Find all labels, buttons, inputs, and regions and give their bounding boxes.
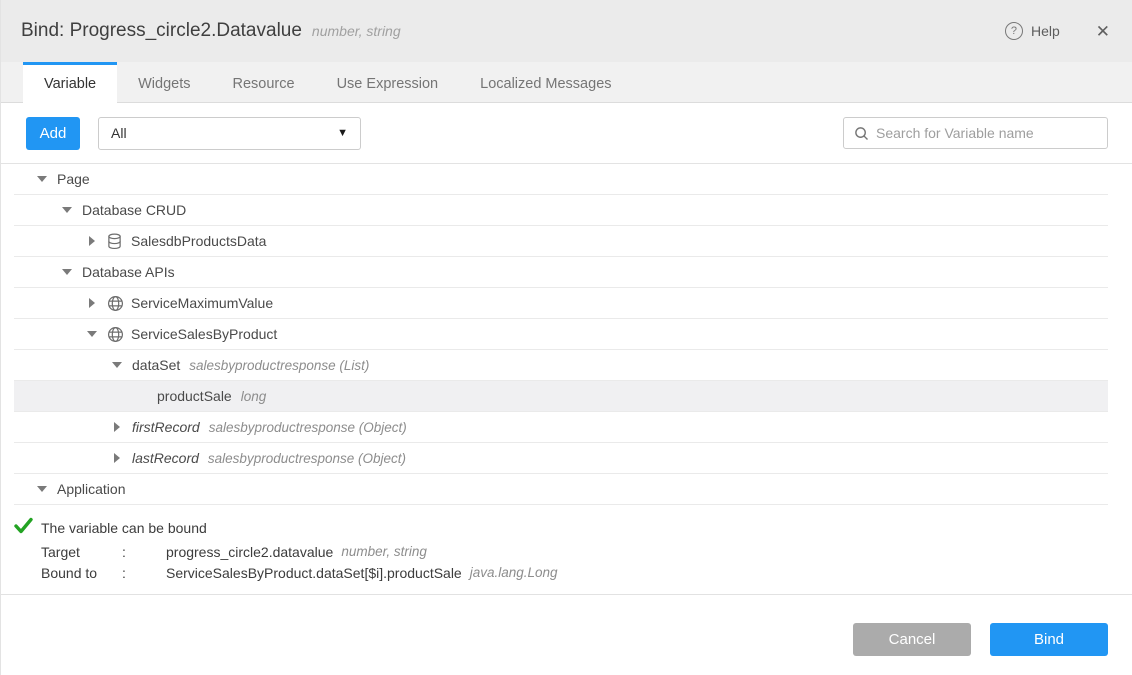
collapse-caret-icon[interactable] bbox=[37, 176, 47, 182]
bound-to-value: ServiceSalesByProduct.dataSet[$i].produc… bbox=[166, 565, 462, 581]
search-box[interactable] bbox=[843, 117, 1108, 149]
webservice-icon bbox=[107, 325, 125, 343]
dialog-header: Bind: Progress_circle2.Datavalue number,… bbox=[1, 0, 1132, 62]
expand-caret-icon[interactable] bbox=[114, 453, 120, 463]
collapse-caret-icon[interactable] bbox=[62, 269, 72, 275]
tree-node-label: lastRecord bbox=[132, 450, 199, 466]
tree-node-label: Page bbox=[57, 171, 90, 187]
tree-row-database crud[interactable]: Database CRUD bbox=[14, 195, 1108, 226]
tree-row-lastrecord[interactable]: lastRecord salesbyproductresponse (Object… bbox=[14, 443, 1108, 474]
tree-row-dataset[interactable]: dataSet salesbyproductresponse (List) bbox=[14, 350, 1108, 381]
help-icon: ? bbox=[1005, 22, 1023, 40]
variable-tree: Page Database CRUD SalesdbProductsData Data… bbox=[1, 163, 1132, 505]
bind-button[interactable]: Bind bbox=[990, 623, 1108, 656]
tab-localized-messages[interactable]: Localized Messages bbox=[459, 62, 632, 102]
status-message: The variable can be bound bbox=[41, 520, 207, 536]
dialog-title: Bind: Progress_circle2.Datavalue bbox=[21, 20, 302, 42]
tree-row-salesdbproductsdata[interactable]: SalesdbProductsData bbox=[14, 226, 1108, 257]
tab-bar: VariableWidgetsResourceUse ExpressionLoc… bbox=[1, 62, 1132, 103]
tab-use-expression[interactable]: Use Expression bbox=[316, 62, 460, 102]
collapse-caret-icon[interactable] bbox=[112, 362, 122, 368]
success-check-icon bbox=[14, 517, 41, 539]
bound-to-line: Bound to : ServiceSalesByProduct.dataSet… bbox=[14, 565, 1132, 581]
tree-node-label: SalesdbProductsData bbox=[131, 233, 266, 249]
tree-row-application[interactable]: Application bbox=[14, 474, 1108, 505]
tree-node-type: salesbyproductresponse (Object) bbox=[209, 420, 407, 435]
binding-status: The variable can be bound Target : progr… bbox=[1, 505, 1132, 581]
tree-row-page[interactable]: Page bbox=[14, 164, 1108, 195]
search-input[interactable] bbox=[876, 125, 1097, 141]
help-label: Help bbox=[1031, 23, 1060, 39]
collapse-caret-icon[interactable] bbox=[62, 207, 72, 213]
variable-filter-value: All bbox=[111, 125, 127, 141]
target-value: progress_circle2.datavalue bbox=[166, 544, 333, 560]
tab-variable[interactable]: Variable bbox=[23, 62, 117, 103]
tree-node-label: Database CRUD bbox=[82, 202, 186, 218]
tree-node-label: dataSet bbox=[132, 357, 180, 373]
tree-row-productsale[interactable]: productSale long bbox=[14, 381, 1108, 412]
toolbar: Add All ▼ bbox=[1, 103, 1132, 163]
tree-node-type: salesbyproductresponse (Object) bbox=[208, 451, 406, 466]
tree-row-servicesalesbyproduct[interactable]: ServiceSalesByProduct bbox=[14, 319, 1108, 350]
expand-caret-icon[interactable] bbox=[89, 298, 95, 308]
tab-widgets[interactable]: Widgets bbox=[117, 62, 211, 102]
dialog-subtitle: number, string bbox=[312, 23, 401, 39]
collapse-caret-icon[interactable] bbox=[37, 486, 47, 492]
cancel-button[interactable]: Cancel bbox=[853, 623, 971, 656]
expand-caret-icon[interactable] bbox=[114, 422, 120, 432]
tree-node-label: firstRecord bbox=[132, 419, 200, 435]
target-label: Target bbox=[41, 544, 122, 560]
database-icon bbox=[107, 232, 125, 250]
target-line: Target : progress_circle2.datavalue numb… bbox=[14, 544, 1132, 560]
collapse-caret-icon[interactable] bbox=[87, 331, 97, 337]
tree-row-firstrecord[interactable]: firstRecord salesbyproductresponse (Objec… bbox=[14, 412, 1108, 443]
tree-node-label: productSale bbox=[157, 388, 232, 404]
bound-to-type: java.lang.Long bbox=[470, 565, 558, 581]
tree-node-type: long bbox=[241, 389, 267, 404]
dialog-footer: Cancel Bind bbox=[1, 595, 1132, 656]
tree-node-type: salesbyproductresponse (List) bbox=[189, 358, 369, 373]
variable-filter-dropdown[interactable]: All ▼ bbox=[98, 117, 361, 150]
tab-resource[interactable]: Resource bbox=[212, 62, 316, 102]
help-button[interactable]: ? Help bbox=[1005, 22, 1060, 40]
expand-caret-icon[interactable] bbox=[89, 236, 95, 246]
search-icon bbox=[854, 126, 869, 141]
tree-row-servicemaximumvalue[interactable]: ServiceMaximumValue bbox=[14, 288, 1108, 319]
webservice-icon bbox=[107, 294, 125, 312]
close-icon[interactable]: ✕ bbox=[1096, 23, 1110, 40]
tree-row-database apis[interactable]: Database APIs bbox=[14, 257, 1108, 288]
add-button[interactable]: Add bbox=[26, 117, 80, 150]
tree-node-label: ServiceMaximumValue bbox=[131, 295, 273, 311]
tree-node-label: ServiceSalesByProduct bbox=[131, 326, 277, 342]
bound-to-label: Bound to bbox=[41, 565, 122, 581]
target-type: number, string bbox=[341, 544, 427, 560]
tree-node-label: Database APIs bbox=[82, 264, 175, 280]
dropdown-caret-icon: ▼ bbox=[337, 127, 348, 139]
tree-node-label: Application bbox=[57, 481, 126, 497]
